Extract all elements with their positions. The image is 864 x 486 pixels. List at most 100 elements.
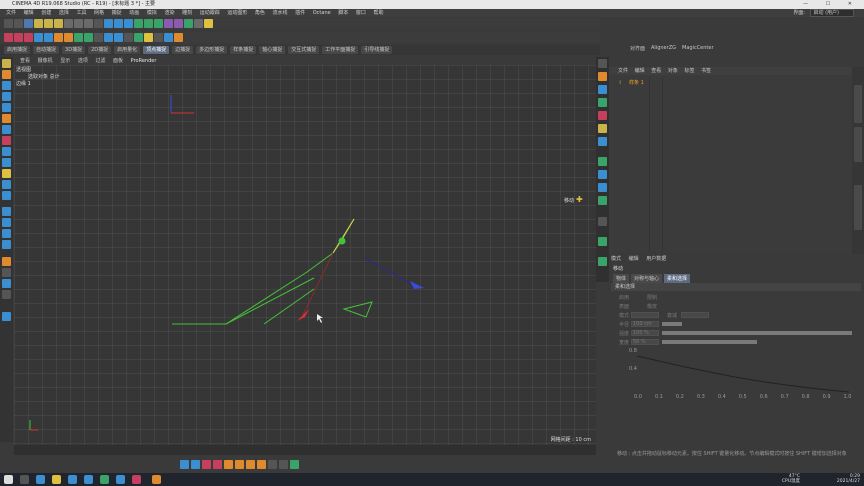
menu-item[interactable]: 动画 bbox=[129, 10, 139, 16]
plugin-tab[interactable]: AlignerZG bbox=[651, 45, 676, 52]
viewport-menu-item[interactable]: 查看 bbox=[20, 58, 30, 64]
tool-icon[interactable] bbox=[2, 268, 11, 277]
timeline-icon[interactable] bbox=[268, 460, 277, 469]
menu-item[interactable]: 插件 bbox=[295, 10, 305, 16]
menu-item[interactable]: 编辑 bbox=[24, 10, 34, 16]
light-icon[interactable] bbox=[204, 19, 213, 28]
panel-tab-icon[interactable] bbox=[598, 59, 607, 68]
viewport-menu-item[interactable]: 摄像机 bbox=[38, 58, 53, 64]
gizmo-x-arrow[interactable] bbox=[297, 309, 309, 321]
layout-dropdown[interactable]: 启动 (用户) bbox=[809, 9, 854, 17]
plugin-icon[interactable] bbox=[44, 33, 53, 42]
menu-item[interactable]: 渲染 bbox=[164, 10, 174, 16]
plugin-icon[interactable] bbox=[144, 33, 153, 42]
attr-tab-active[interactable]: 柔和选择 bbox=[664, 274, 691, 283]
attr-menu-item[interactable]: 用户数据 bbox=[646, 256, 666, 262]
move-plus-icon[interactable]: ✚ bbox=[576, 195, 583, 204]
tool-icon[interactable] bbox=[2, 147, 11, 156]
plugin-icon[interactable] bbox=[174, 33, 183, 42]
plugin-icon[interactable] bbox=[114, 33, 123, 42]
mode-button[interactable]: 轴心捕捉 bbox=[259, 46, 286, 54]
search-icon[interactable] bbox=[20, 475, 29, 484]
mode-button[interactable]: 多边形捕捉 bbox=[196, 46, 228, 54]
tool-icon[interactable] bbox=[2, 103, 11, 112]
tool-icon[interactable] bbox=[2, 158, 11, 167]
tool-icon[interactable] bbox=[2, 81, 11, 90]
field-value[interactable]: 100 % bbox=[633, 330, 649, 336]
cinema4d-taskbar-icon[interactable] bbox=[152, 475, 161, 484]
viewport-menu-item[interactable]: 过滤 bbox=[95, 58, 105, 64]
plugin-icon[interactable] bbox=[54, 33, 63, 42]
field-value[interactable]: 100 cm bbox=[633, 321, 652, 327]
om-menu-item[interactable]: 查看 bbox=[651, 68, 661, 74]
plugin-icon[interactable] bbox=[94, 33, 103, 42]
tool-icon[interactable] bbox=[2, 92, 11, 101]
mode-dropdown[interactable] bbox=[681, 312, 709, 318]
timeline[interactable] bbox=[14, 445, 596, 455]
field-value[interactable]: 50 % bbox=[633, 339, 646, 345]
x-axis-icon[interactable] bbox=[64, 19, 73, 28]
tool-icon[interactable] bbox=[2, 136, 11, 145]
windows-start-icon[interactable] bbox=[4, 475, 13, 484]
render-settings-icon[interactable] bbox=[124, 19, 133, 28]
tool-icon[interactable] bbox=[2, 207, 11, 216]
attr-menu-item[interactable]: 编辑 bbox=[629, 256, 639, 262]
viewport-menu-item[interactable]: ProRender bbox=[131, 58, 157, 64]
field-value[interactable]: 限制 bbox=[647, 294, 657, 301]
z-axis-icon[interactable] bbox=[84, 19, 93, 28]
panel-tab-icon[interactable] bbox=[598, 170, 607, 179]
panel-tab-icon[interactable] bbox=[598, 217, 607, 226]
app-icon[interactable] bbox=[100, 475, 109, 484]
timeline-icon[interactable] bbox=[213, 460, 222, 469]
width-slider[interactable] bbox=[662, 340, 757, 344]
attr-tab[interactable]: 对称与轴心 bbox=[631, 274, 663, 283]
menu-item[interactable]: 角色 bbox=[255, 10, 265, 16]
app-icon[interactable] bbox=[68, 475, 77, 484]
panel-tab-icon[interactable] bbox=[598, 183, 607, 192]
floor-icon[interactable] bbox=[184, 19, 193, 28]
menu-item[interactable]: 窗口 bbox=[356, 10, 366, 16]
subdivision-icon[interactable] bbox=[154, 19, 163, 28]
timeline-icon[interactable] bbox=[257, 460, 266, 469]
mode-button[interactable]: 引导线捕捉 bbox=[361, 46, 393, 54]
plugin-icon[interactable] bbox=[14, 33, 23, 42]
menu-item[interactable]: 工具 bbox=[76, 10, 86, 16]
object-list[interactable] bbox=[609, 77, 852, 252]
panel-tab-icon[interactable] bbox=[598, 98, 607, 107]
viewport-menu-item[interactable]: 面板 bbox=[113, 58, 123, 64]
timeline-icon[interactable] bbox=[235, 460, 244, 469]
timeline-icon[interactable] bbox=[191, 460, 200, 469]
plugin-icon[interactable] bbox=[4, 33, 13, 42]
cube-icon[interactable] bbox=[134, 19, 143, 28]
plugin-icon[interactable] bbox=[104, 33, 113, 42]
plugin-icon[interactable] bbox=[154, 33, 163, 42]
object-row[interactable]: ⌇ 样条 1 bbox=[619, 79, 849, 87]
rotate-icon[interactable] bbox=[54, 19, 63, 28]
mode-button[interactable]: 自动捕捉 bbox=[33, 46, 60, 54]
plugin-icon[interactable] bbox=[84, 33, 93, 42]
redo-icon[interactable] bbox=[14, 19, 23, 28]
panel-tab-icon[interactable] bbox=[598, 124, 607, 133]
field-value[interactable]: 衰减 bbox=[667, 312, 677, 319]
panel-tab-icon[interactable] bbox=[598, 237, 607, 246]
plugin-tab[interactable]: 对齐面 bbox=[630, 45, 645, 52]
menu-item[interactable]: 捕捉 bbox=[112, 10, 122, 16]
viewport-menu-item[interactable]: 显示 bbox=[60, 58, 70, 64]
tool-icon[interactable] bbox=[2, 257, 11, 266]
camera-icon[interactable] bbox=[194, 19, 203, 28]
move-icon[interactable] bbox=[34, 19, 43, 28]
menu-item[interactable]: 流水线 bbox=[273, 10, 288, 16]
mode-button[interactable]: 启用量化 bbox=[114, 46, 141, 54]
timeline-icon[interactable] bbox=[180, 460, 189, 469]
om-menu-item[interactable]: 编辑 bbox=[635, 68, 645, 74]
om-menu-item[interactable]: 对象 bbox=[668, 68, 678, 74]
tool-icon[interactable] bbox=[2, 191, 11, 200]
timeline-icon[interactable] bbox=[202, 460, 211, 469]
viewport-canvas[interactable]: 透视图 选取对象 总计 边缘 1 移动 ✚ 网格间距: 10 cm bbox=[14, 65, 596, 445]
tool-icon[interactable] bbox=[2, 125, 11, 134]
undo-icon[interactable] bbox=[4, 19, 13, 28]
menu-item[interactable]: 选择 bbox=[59, 10, 69, 16]
menu-item[interactable]: 模拟 bbox=[147, 10, 157, 16]
menu-item[interactable]: 帮助 bbox=[374, 10, 384, 16]
strength-slider[interactable] bbox=[662, 331, 852, 335]
